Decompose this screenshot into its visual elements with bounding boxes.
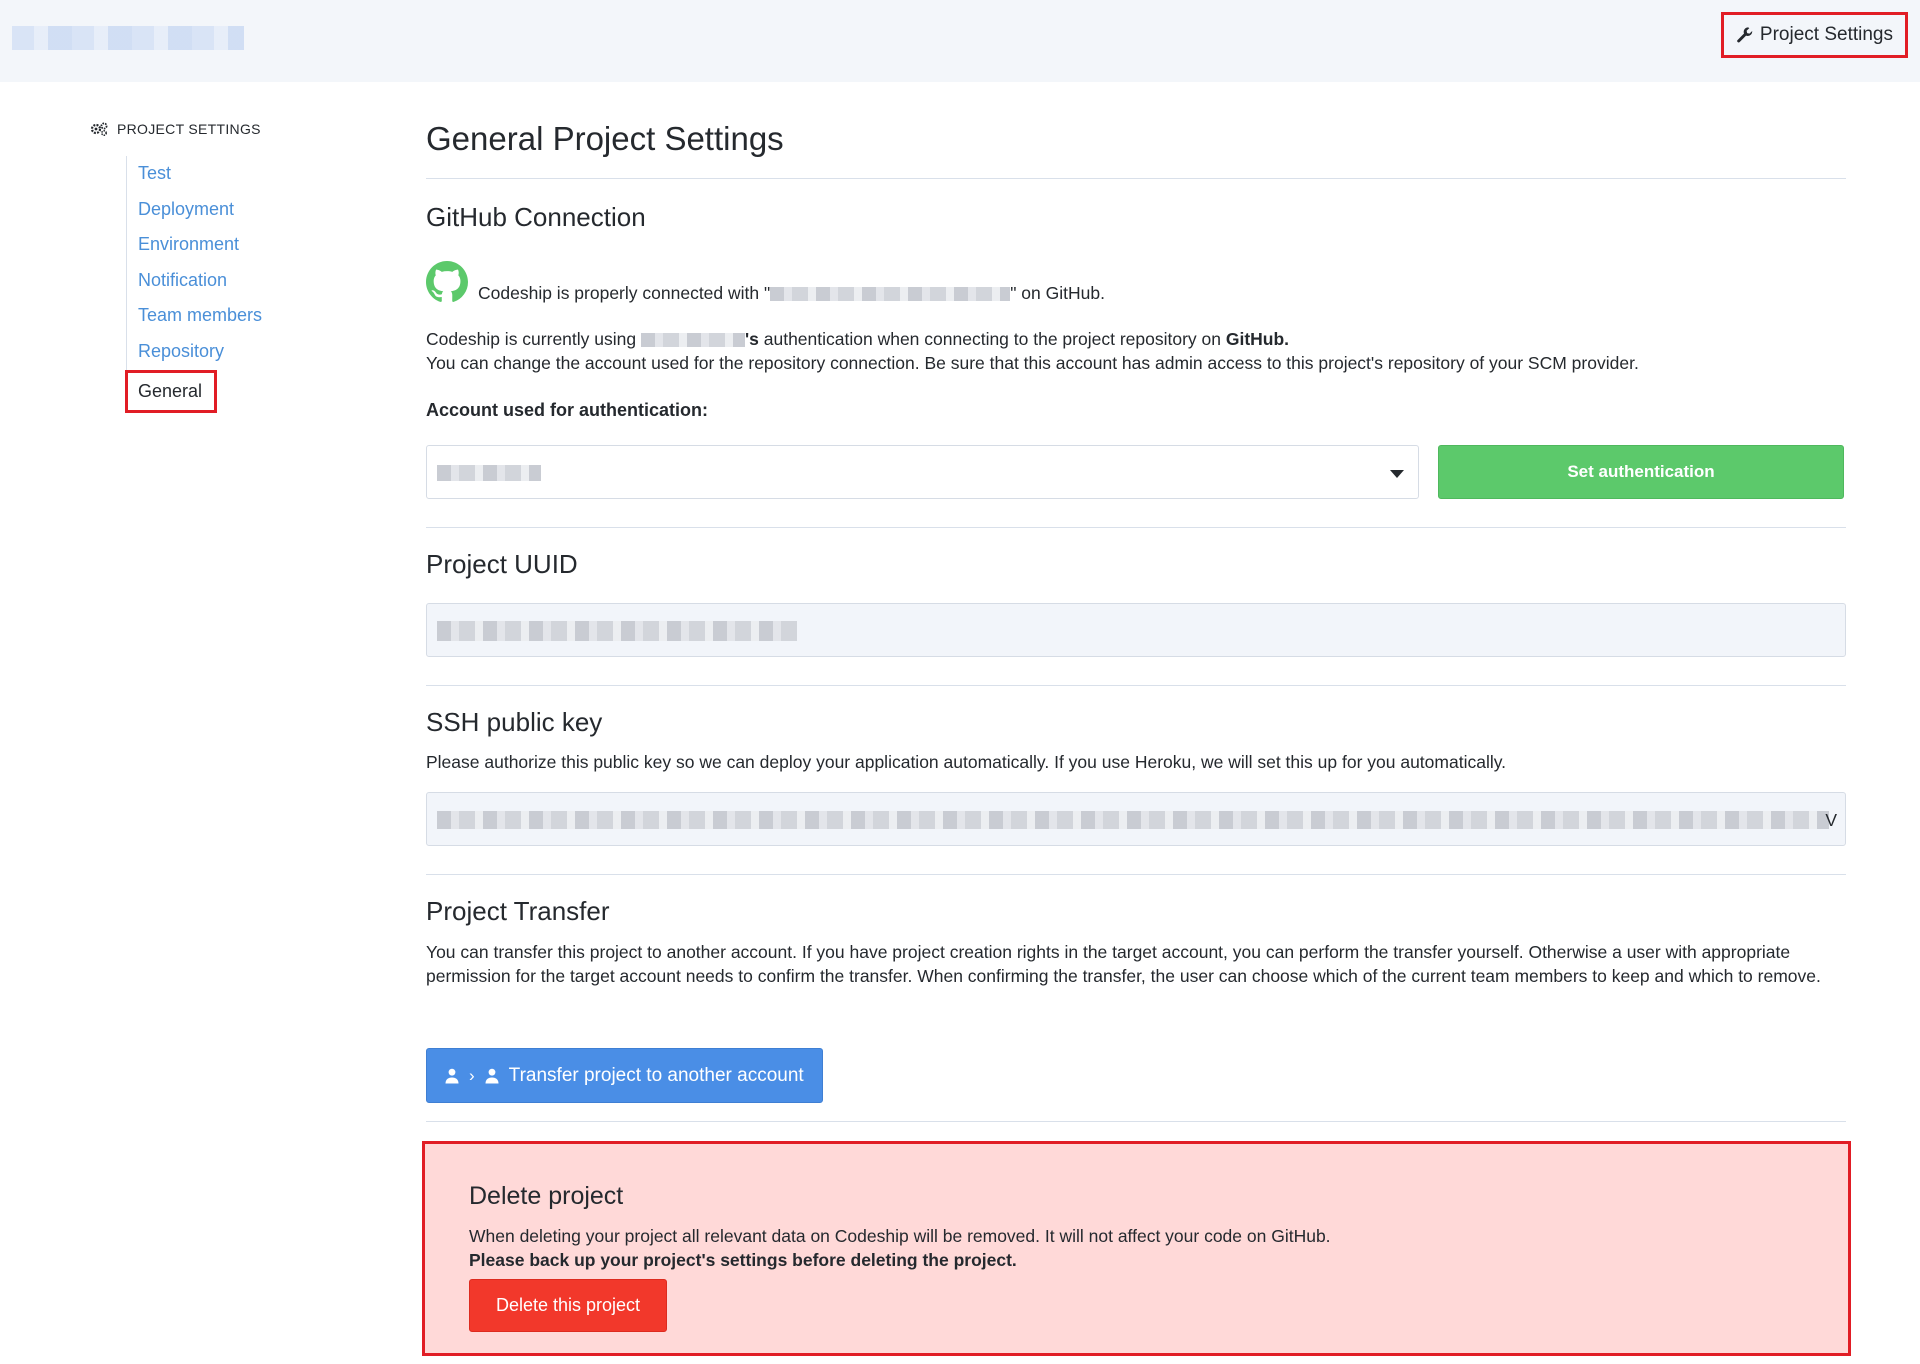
delete-section-title: Delete project: [469, 1182, 624, 1210]
project-settings-link[interactable]: Project Settings: [1720, 12, 1908, 58]
github-connected-prefix: Codeship is properly connected with ": [478, 283, 771, 303]
sidebar-title-label: PROJECT SETTINGS: [117, 121, 261, 137]
divider: [426, 527, 1846, 528]
sidebar-nav: Test Deployment Environment Notification…: [125, 156, 262, 413]
top-bar: Project Settings: [0, 0, 1920, 82]
sidebar-item-deployment[interactable]: Deployment: [127, 192, 262, 228]
redacted-repo-name: [770, 287, 1011, 302]
github-using-prefix: Codeship is currently using: [426, 329, 641, 349]
ssh-key-tail: V: [1825, 810, 1837, 830]
divider: [426, 685, 1846, 686]
github-icon: [426, 261, 468, 302]
github-section-title: GitHub Connection: [426, 202, 646, 232]
org-name-redacted[interactable]: [12, 26, 244, 50]
redacted-ssh-key: [437, 811, 1829, 829]
ssh-key-field[interactable]: V: [426, 792, 1846, 846]
redacted-uuid: [437, 621, 797, 641]
github-using-middle: authentication when connecting to the pr…: [758, 329, 1226, 349]
github-connection-row: Codeship is properly connected with " " o…: [426, 261, 1846, 303]
divider: [426, 874, 1846, 875]
delete-project-panel: Delete project When deleting your projec…: [422, 1141, 1851, 1356]
github-auth-text: Codeship is currently using 's authentic…: [426, 327, 1846, 351]
sidebar-item-notification[interactable]: Notification: [127, 263, 262, 299]
github-using-provider: GitHub.: [1225, 329, 1290, 349]
sidebar-item-test[interactable]: Test: [127, 156, 262, 192]
redacted-account-value: [437, 465, 541, 481]
ssh-description: Please authorize this public key so we c…: [426, 752, 1507, 772]
transfer-project-label: Transfer project to another account: [508, 1064, 804, 1086]
sidebar-title: PROJECT SETTINGS: [90, 121, 261, 137]
user-icon: [485, 1068, 499, 1083]
delete-warning: Please back up your project's settings b…: [469, 1250, 1017, 1270]
sidebar-item-environment[interactable]: Environment: [127, 227, 262, 263]
delete-project-button[interactable]: Delete this project: [469, 1279, 667, 1332]
transfer-project-button[interactable]: › Transfer project to another account: [426, 1048, 823, 1103]
chevron-right-icon: ›: [469, 1066, 475, 1085]
sidebar-item-team-members[interactable]: Team members: [127, 298, 262, 334]
ssh-section-title: SSH public key: [426, 707, 603, 737]
account-label: Account used for authentication:: [426, 400, 709, 420]
github-change-text: You can change the account used for the …: [426, 353, 1639, 373]
divider: [426, 178, 1846, 179]
page-title: General Project Settings: [426, 120, 784, 157]
wrench-icon: [1737, 27, 1753, 43]
chevron-down-icon: [1390, 470, 1404, 478]
divider: [426, 1121, 1846, 1122]
sidebar-item-repository[interactable]: Repository: [127, 334, 262, 370]
uuid-section-title: Project UUID: [426, 549, 578, 579]
delete-description: When deleting your project all relevant …: [469, 1226, 1331, 1246]
account-select[interactable]: [426, 445, 1419, 499]
github-connected-text: Codeship is properly connected with " " o…: [478, 281, 1105, 305]
set-authentication-button[interactable]: Set authentication: [1438, 445, 1844, 499]
main-content: General Project Settings GitHub Connecti…: [426, 118, 1846, 422]
github-using-possessive: 's: [744, 329, 759, 349]
sidebar-item-general[interactable]: General: [125, 370, 217, 413]
uuid-field[interactable]: [426, 603, 1846, 657]
gears-icon: [90, 122, 108, 136]
project-settings-link-label: Project Settings: [1759, 24, 1893, 45]
redacted-username: [640, 333, 745, 348]
user-icon: [445, 1068, 459, 1083]
github-connected-suffix: " on GitHub.: [1010, 283, 1105, 303]
transfer-section-title: Project Transfer: [426, 896, 610, 926]
transfer-description: You can transfer this project to another…: [426, 942, 1821, 986]
